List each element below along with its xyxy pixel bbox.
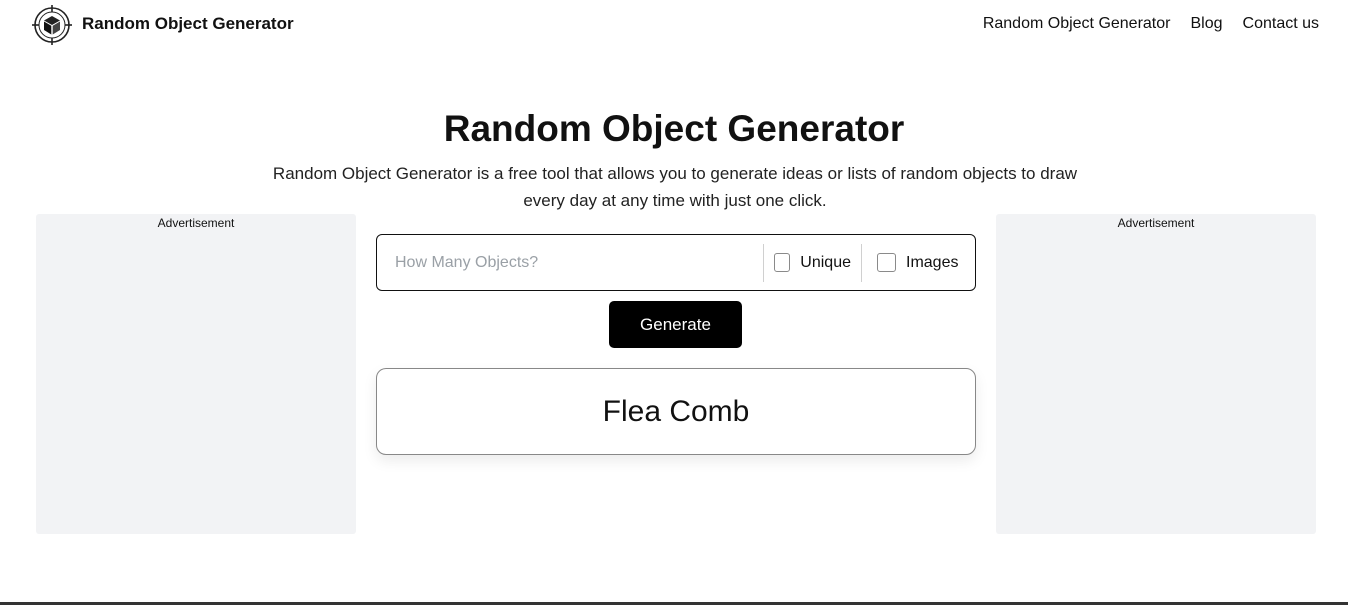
- unique-option[interactable]: Unique: [764, 235, 861, 290]
- nav-link-blog[interactable]: Blog: [1190, 15, 1222, 33]
- page-description: Random Object Generator is a free tool t…: [272, 164, 1078, 210]
- main-nav: Random Object Generator Blog Contact us: [983, 15, 1319, 33]
- page-title: Random Object Generator: [443, 108, 905, 149]
- generator-controls: Unique Images: [376, 234, 976, 291]
- unique-checkbox[interactable]: [774, 253, 791, 272]
- result-object: Flea Comb: [602, 394, 750, 428]
- images-option[interactable]: Images: [862, 235, 975, 290]
- advertisement-label: Advertisement: [1117, 216, 1195, 230]
- nav-link-contact-us[interactable]: Contact us: [1243, 15, 1319, 33]
- advertisement-left[interactable]: Advertisement: [36, 214, 356, 534]
- advertisement-label: Advertisement: [157, 216, 235, 230]
- images-checkbox[interactable]: [877, 253, 896, 272]
- brand-name[interactable]: Random Object Generator: [82, 14, 294, 34]
- images-label: Images: [906, 253, 959, 271]
- advertisement-right[interactable]: Advertisement: [996, 214, 1316, 534]
- crosshair-cube-icon[interactable]: [32, 5, 72, 45]
- result-card: Flea Comb: [376, 368, 976, 455]
- unique-label: Unique: [800, 253, 851, 271]
- generate-button[interactable]: Generate: [609, 301, 742, 348]
- nav-link-random-object-generator[interactable]: Random Object Generator: [983, 15, 1171, 33]
- site-header: Random Object Generator Random Object Ge…: [0, 0, 1348, 50]
- object-count-input[interactable]: [377, 235, 763, 290]
